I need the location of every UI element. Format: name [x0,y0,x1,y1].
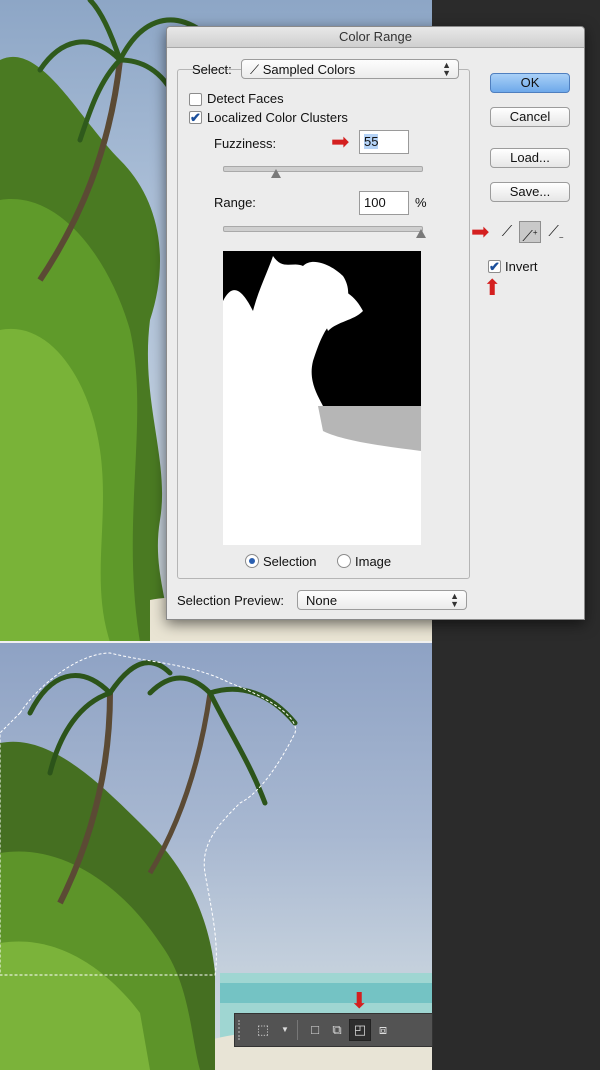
color-range-dialog: Color Range Select: ⟋ Sampled Colors ▲ ▼ … [166,26,585,620]
dialog-title: Color Range [339,29,412,44]
image-radio[interactable] [337,554,351,568]
selection-radio-label: Selection [263,554,317,569]
add-selection-icon[interactable]: ⧉ [327,1020,347,1040]
eyedropper-icon[interactable]: ⟋ [496,221,518,243]
fuzziness-value: 55 [364,134,379,149]
detect-faces-label: Detect Faces [207,91,284,106]
annotation-arrow-right-icon: ➡ [331,129,350,154]
dropdown-icon[interactable]: ▼ [275,1020,295,1040]
eyedropper-minus-icon[interactable]: ⟋− [545,221,567,243]
eyedropper-small-icon: ⟋ [250,62,263,77]
mask-preview [223,251,421,545]
rect-marquee-icon[interactable]: ⬚ [253,1020,273,1040]
fuzziness-slider-track[interactable] [223,166,423,172]
range-slider-track[interactable] [223,226,423,232]
image-radio-label: Image [355,554,392,569]
load-button[interactable]: Load... [490,148,570,168]
range-slider-thumb[interactable] [416,229,426,238]
range-value: 100 [364,195,386,210]
toolbar-grip[interactable] [238,1020,242,1040]
selection-preview-value: None [306,593,338,608]
updown-arrows-icon: ▲ ▼ [450,591,459,609]
eyedropper-plus-icon[interactable]: ⟋+ [519,221,541,245]
range-label: Range: [214,195,256,210]
localized-clusters-checkbox[interactable]: ✔ [189,111,202,124]
localized-clusters-label: Localized Color Clusters [207,110,348,125]
ok-button[interactable]: OK [490,73,570,93]
annotation-arrow-right-icon: ➡ [471,219,490,244]
selection-preview-label: Selection Preview: [177,593,284,608]
select-value-wrap: ⟋ Sampled Colors [250,62,355,78]
cancel-button[interactable]: Cancel [490,107,570,127]
range-field[interactable]: 100 [359,191,409,215]
select-value: Sampled Colors [262,62,356,77]
annotation-arrow-up-icon: ⬆ [483,275,502,300]
selection-preview-image [223,251,421,545]
annotation-arrow-down-icon: ⬇ [350,988,369,1013]
select-dropdown[interactable]: ⟋ Sampled Colors ▲ ▼ [241,59,459,79]
subtract-selection-icon[interactable]: ◰ [349,1019,371,1041]
fuzziness-slider-thumb[interactable] [271,169,282,178]
invert-checkbox[interactable]: ✔ [488,260,501,273]
selection-mode-toolbar: ⬚ ▼ □ ⧉ ◰ ⧈ [234,1013,433,1047]
select-label: Select: [192,62,232,77]
intersect-selection-icon[interactable]: ⧈ [373,1020,393,1040]
detect-faces-checkbox[interactable] [189,93,202,106]
dialog-titlebar[interactable]: Color Range [167,27,584,48]
updown-arrows-icon: ▲ ▼ [442,60,451,78]
invert-label: Invert [505,259,538,274]
range-unit: % [415,195,427,210]
toolbar-divider [297,1020,298,1040]
new-selection-icon[interactable]: □ [305,1020,325,1040]
selection-radio[interactable] [245,554,259,568]
fuzziness-label: Fuzziness: [214,136,277,151]
save-button[interactable]: Save... [490,182,570,202]
selection-preview-dropdown[interactable]: None ▲ ▼ [297,590,467,610]
fuzziness-field[interactable]: 55 [359,130,409,154]
